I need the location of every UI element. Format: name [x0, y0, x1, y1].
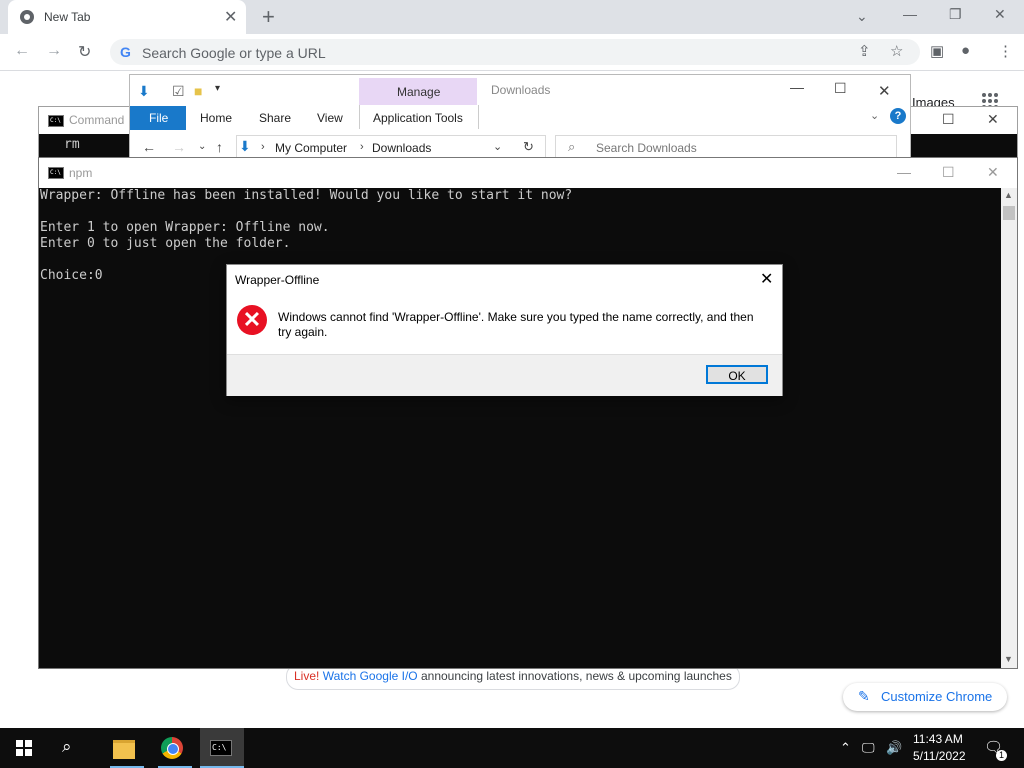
ribbon-expand-icon[interactable]: ⌄: [870, 109, 879, 122]
forward-icon[interactable]: →: [46, 42, 62, 60]
taskbar-clock-time[interactable]: 11:43 AM: [913, 732, 963, 746]
profile-avatar-icon[interactable]: ●: [961, 42, 970, 59]
minimize-icon[interactable]: —: [903, 6, 917, 22]
npm-minimize-icon[interactable]: —: [897, 164, 911, 180]
properties-icon[interactable]: ☑: [172, 83, 185, 100]
tab-close-icon[interactable]: ✕: [224, 7, 237, 27]
new-folder-icon[interactable]: ■: [194, 83, 202, 99]
explorer-maximize-icon[interactable]: ☐: [834, 80, 847, 97]
tab-search-icon[interactable]: ⌄: [856, 8, 868, 25]
help-icon[interactable]: ?: [890, 108, 906, 124]
scrollbar-thumb[interactable]: [1003, 206, 1015, 220]
ok-button[interactable]: OK: [706, 365, 768, 384]
npm-window-title: npm: [69, 166, 93, 180]
explorer-close-icon[interactable]: ✕: [878, 82, 891, 100]
explorer-search-placeholder[interactable]: Search Downloads: [596, 141, 697, 155]
recent-locations-icon[interactable]: ⌄: [198, 141, 206, 152]
share-icon[interactable]: ⇪: [858, 42, 871, 60]
error-icon: ✕: [237, 305, 267, 335]
console-scrollbar[interactable]: ▲ ▼: [1001, 188, 1017, 668]
explorer-window-title: Downloads: [491, 83, 551, 97]
address-downloads-icon: ⬇: [239, 138, 251, 154]
error-dialog[interactable]: Wrapper-Offline ✕ ✕ Windows cannot find …: [226, 264, 783, 396]
dialog-footer: OK: [227, 354, 782, 396]
google-g-icon: G: [120, 44, 131, 60]
command-console-line: rm: [64, 137, 80, 152]
npm-titlebar[interactable]: C:\ npm — ☐ ✕: [39, 158, 1017, 188]
restore-icon[interactable]: ❐: [949, 6, 962, 23]
quick-access-dropdown-icon[interactable]: ▾: [215, 83, 220, 94]
omnibox-placeholder[interactable]: Search Google or type a URL: [142, 45, 326, 61]
notification-count-badge: 1: [996, 750, 1007, 761]
manage-tab-label: Manage: [397, 85, 441, 99]
npm-maximize-icon[interactable]: ☐: [942, 164, 955, 181]
show-hidden-icons-icon[interactable]: ⌃: [840, 740, 851, 756]
back-icon[interactable]: ←: [14, 42, 30, 60]
chrome-logo-center: [167, 743, 179, 755]
console-line: Wrapper: Offline has been installed! Wou…: [40, 188, 573, 203]
new-tab-button[interactable]: +: [262, 4, 275, 30]
bookmark-star-icon[interactable]: ☆: [890, 42, 903, 60]
banner-watch-link[interactable]: Watch Google I/O: [323, 669, 418, 683]
windows-start-icon[interactable]: [16, 740, 32, 756]
taskbar-command-prompt-icon[interactable]: C:\: [200, 728, 244, 768]
dialog-title: Wrapper-Offline: [235, 273, 320, 287]
explorer-search-icon: ⌕: [568, 139, 576, 154]
customize-chrome-label[interactable]: Customize Chrome: [881, 689, 992, 704]
explorer-back-icon[interactable]: ←: [142, 139, 156, 155]
console-output[interactable]: Wrapper: Offline has been installed! Wou…: [40, 188, 998, 668]
cmd-icon: C:\: [210, 740, 232, 756]
cmd-icon: C:\: [48, 167, 64, 179]
cmd-back-restore-icon[interactable]: ☐: [942, 111, 955, 128]
breadcrumb-separator-icon: ›: [360, 141, 364, 153]
banner-rest-text: announcing latest innovations, news & up…: [420, 669, 732, 683]
explorer-refresh-icon[interactable]: ↻: [523, 139, 534, 155]
npm-close-icon[interactable]: ✕: [987, 164, 999, 181]
cmd-icon: C:\: [48, 115, 64, 127]
side-panel-icon[interactable]: ▣: [930, 42, 944, 60]
taskbar-search-icon[interactable]: ⌕: [62, 737, 72, 757]
file-explorer-window[interactable]: ⬇ ☑ ■ ▾ Manage Downloads — ☐ ✕ File Home…: [129, 74, 911, 162]
chrome-tab-new-tab[interactable]: New Tab ✕: [8, 0, 246, 34]
ribbon-tab-application-tools-label: Application Tools: [373, 111, 463, 125]
ribbon-tab-share[interactable]: Share: [259, 111, 291, 125]
dialog-message: Windows cannot find 'Wrapper-Offline'. M…: [278, 310, 754, 339]
scroll-down-icon[interactable]: ▼: [1004, 654, 1013, 664]
scroll-up-icon[interactable]: ▲: [1004, 190, 1013, 200]
explorer-minimize-icon[interactable]: —: [790, 79, 804, 95]
taskbar-file-explorer-icon[interactable]: [110, 728, 144, 768]
console-line: Enter 0 to just open the folder.: [40, 236, 291, 251]
breadcrumb-separator-icon: ›: [261, 141, 265, 153]
ribbon-tab-file-label: File: [149, 111, 169, 125]
google-io-banner-text[interactable]: Live! Watch Google I/O announcing latest…: [294, 669, 732, 683]
reload-icon[interactable]: ↻: [78, 42, 91, 62]
ribbon-tab-home[interactable]: Home: [200, 111, 232, 125]
cmd-back-close-icon[interactable]: ✕: [987, 111, 999, 128]
ribbon-tab-view[interactable]: View: [317, 111, 343, 125]
breadcrumb-downloads[interactable]: Downloads: [372, 141, 431, 155]
npm-console-window[interactable]: C:\ npm — ☐ ✕ Wrapper: Offline has been …: [38, 157, 1018, 669]
chrome-favicon-icon: [20, 10, 34, 24]
chrome-menu-icon[interactable]: ⋮: [998, 42, 1013, 60]
folder-icon: [113, 740, 135, 759]
volume-icon[interactable]: 🔊: [886, 740, 902, 756]
tab-title: New Tab: [44, 10, 91, 24]
banner-live-label: Live!: [294, 669, 320, 683]
breadcrumb-my-computer[interactable]: My Computer: [275, 141, 347, 155]
command-window-title: Command: [69, 113, 125, 127]
taskbar: ⌕ C:\ ⌃ 🖵 🔊 11:43 AM 5/11/2022 🗨 1: [0, 728, 1024, 768]
dialog-close-icon[interactable]: ✕: [760, 269, 773, 289]
network-icon[interactable]: 🖵: [862, 740, 875, 756]
close-icon[interactable]: ✕: [994, 6, 1006, 23]
download-arrow-icon: ⬇: [138, 83, 150, 99]
taskbar-clock-date[interactable]: 5/11/2022: [913, 749, 966, 763]
taskbar-chrome-icon[interactable]: [158, 728, 192, 768]
pencil-icon: ✎: [858, 688, 870, 704]
address-dropdown-icon[interactable]: ⌄: [493, 140, 502, 153]
up-icon[interactable]: ↑: [216, 139, 223, 155]
explorer-forward-icon[interactable]: →: [172, 139, 186, 155]
console-line: Enter 1 to open Wrapper: Offline now.: [40, 220, 330, 235]
